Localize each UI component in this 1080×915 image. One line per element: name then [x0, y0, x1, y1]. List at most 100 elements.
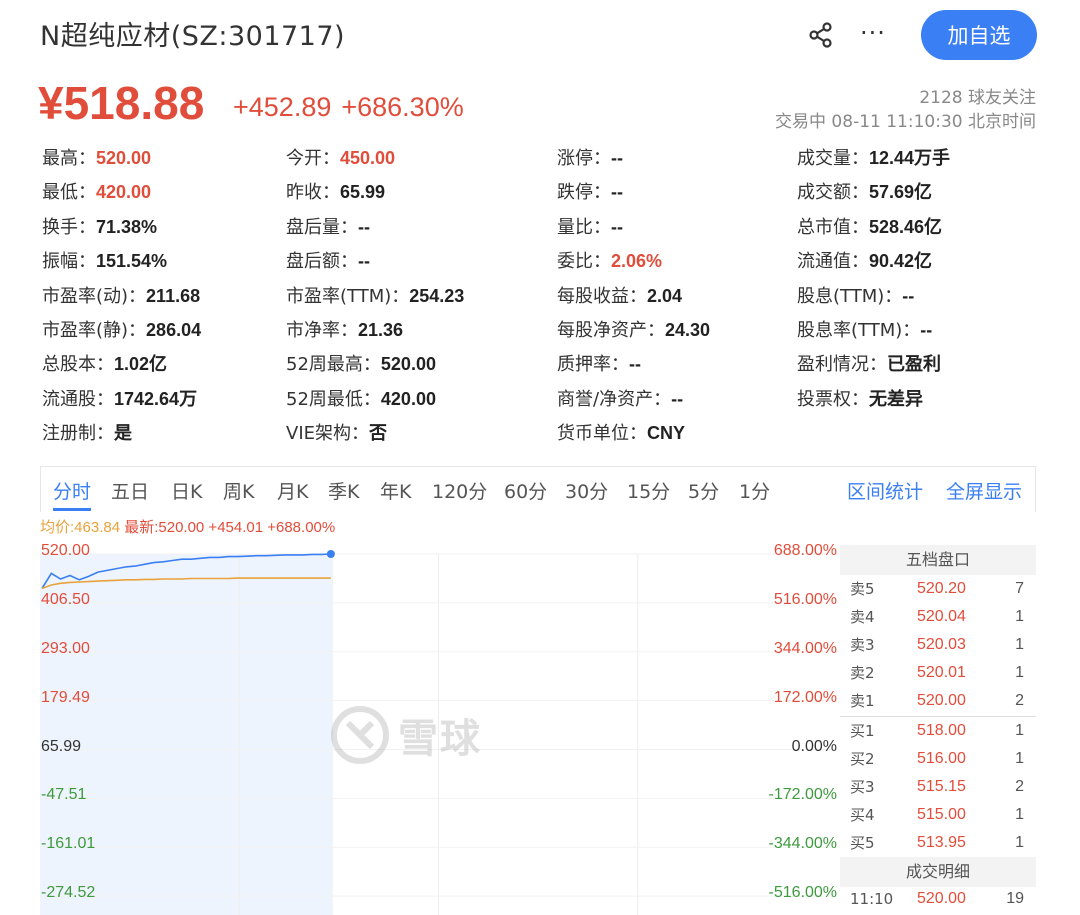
stat-item: 市盈率(动)：211.68 [42, 281, 200, 312]
tab-period[interactable]: 季K [328, 477, 359, 504]
tab-period[interactable]: 60分 [504, 477, 547, 504]
stat-label: 股息(TTM)： [797, 285, 903, 307]
latest-price-dot [326, 550, 335, 558]
order-book-row[interactable]: 买5 513.95 1 [840, 829, 1036, 857]
stat-value: 420.00 [96, 182, 152, 203]
stat-value: -- [629, 354, 641, 375]
add-to-watchlist-button[interactable]: 加自选 [921, 10, 1037, 60]
stat-value: -- [920, 320, 933, 340]
order-book-row[interactable]: 买1 518.00 1 [840, 717, 1036, 745]
tab-period[interactable]: 五日 [111, 477, 149, 504]
y-axis-price-label: 293.00 [41, 639, 90, 657]
current-price: ¥518.88 [38, 77, 205, 129]
more-icon[interactable]: ··· [860, 18, 886, 48]
row-price: 520.20 [917, 580, 966, 597]
fullscreen-link[interactable]: 全屏显示 [946, 477, 1022, 504]
stat-label: 成交量： [797, 148, 869, 169]
order-book-row[interactable]: 买2 516.00 1 [840, 745, 1036, 773]
stat-value: 71.38% [96, 216, 158, 237]
stat-label: 流通值： [797, 251, 869, 273]
tab-period[interactable]: 周K [223, 477, 254, 504]
stat-item: VIE架构：否 [286, 418, 387, 449]
row-label: 卖2 [850, 664, 875, 682]
stat-label: 总股本： [42, 354, 114, 376]
stat-value: 520.00 [96, 148, 152, 168]
stat-item: 昨收：65.99 [286, 177, 385, 208]
order-book-row[interactable]: 卖1 520.00 2 [840, 687, 1036, 715]
stat-value: 151.54% [96, 251, 168, 272]
order-book-row[interactable]: 买4 515.00 1 [840, 801, 1036, 829]
tab-period[interactable]: 年K [380, 477, 411, 504]
tab-period[interactable]: 120分 [432, 477, 487, 504]
y-axis-price-label: -47.51 [41, 786, 87, 804]
stat-item: 流通股：1742.64万 [42, 384, 197, 415]
change-amount: +452.89 [233, 92, 332, 122]
stat-value: -- [671, 388, 684, 409]
tab-period[interactable]: 分时 [53, 477, 91, 504]
y-axis-price-label: 406.50 [41, 590, 90, 608]
stock-title: N超纯应材(SZ:301717) [40, 21, 346, 52]
share-icon[interactable] [806, 20, 836, 50]
row-label: 买4 [850, 806, 875, 824]
order-book-row[interactable]: 卖5 520.20 7 [840, 575, 1036, 603]
y-axis-price-label: -161.01 [41, 835, 96, 853]
stat-item: 52周最低：420.00 [286, 384, 436, 415]
tab-period[interactable]: 1分 [739, 477, 770, 504]
stat-label: 流通股： [42, 388, 114, 410]
stat-value: 286.04 [146, 320, 202, 340]
row-price: 520.04 [917, 608, 966, 625]
stat-item: 涨停：-- [557, 143, 623, 174]
stat-value: 1.02亿 [114, 354, 168, 375]
stat-label: 市盈率(静)： [42, 320, 147, 341]
stat-item: 盘后额：-- [286, 246, 370, 277]
stat-value: 2.04 [647, 285, 683, 306]
order-book-row[interactable]: 卖4 520.04 1 [840, 603, 1036, 631]
stat-value: -- [358, 251, 370, 272]
row-price: 520.03 [917, 636, 966, 653]
row-volume: 1 [1015, 608, 1024, 625]
y-axis-percent-label: 0.00% [791, 737, 837, 755]
tab-period[interactable]: 5分 [688, 477, 719, 504]
stat-label: 每股收益： [557, 285, 647, 307]
stat-value: 520.00 [380, 354, 436, 375]
stat-item: 跌停：-- [557, 177, 623, 208]
order-book-row[interactable]: 11:10 520.00 19 [840, 885, 1036, 913]
stat-label: 市净率： [286, 320, 358, 341]
stat-value: 211.68 [146, 285, 201, 306]
row-volume: 1 [1015, 834, 1024, 851]
stat-value: 2.06% [611, 251, 663, 272]
stat-label: 市盈率(动)： [42, 285, 147, 307]
stat-item: 成交额：57.69亿 [797, 177, 932, 208]
y-axis-percent-label: 688.00% [773, 542, 837, 559]
stat-value: 否 [369, 423, 387, 444]
order-book-row[interactable]: 卖2 520.01 1 [840, 659, 1036, 687]
row-label: 买3 [850, 778, 875, 796]
stat-value: 90.42亿 [869, 251, 933, 272]
row-price: 518.00 [917, 722, 966, 739]
stat-value: 528.46亿 [869, 216, 943, 237]
tab-period[interactable]: 30分 [565, 477, 608, 504]
row-price: 520.00 [917, 692, 966, 709]
stat-item: 最低：420.00 [42, 177, 151, 208]
order-book-row[interactable]: 卖3 520.03 1 [840, 631, 1036, 659]
stat-item: 量比：-- [557, 212, 623, 243]
row-label: 卖5 [850, 580, 875, 598]
stat-value: -- [358, 216, 370, 237]
stat-label: VIE架构： [286, 423, 369, 445]
stat-item: 最高：520.00 [42, 143, 151, 174]
row-price: 520.01 [917, 664, 966, 681]
y-axis-percent-label: -516.00% [768, 884, 838, 902]
y-axis-percent-label: 344.00% [773, 639, 837, 657]
legend-avg-price: 均价:463.84 [40, 519, 121, 536]
stat-item: 流通值：90.42亿 [797, 246, 932, 277]
order-book-row[interactable]: 买3 515.15 2 [840, 773, 1036, 801]
row-volume: 1 [1015, 722, 1024, 739]
tab-period[interactable]: 月K [277, 477, 308, 504]
stat-item: 委比：2.06% [557, 246, 662, 277]
stat-value: 12.44万手 [869, 148, 951, 168]
tab-period[interactable]: 日K [171, 477, 202, 504]
tab-period[interactable]: 15分 [627, 477, 670, 504]
range-stats-link[interactable]: 区间统计 [847, 477, 923, 504]
y-axis-price-label: 179.49 [41, 688, 90, 706]
stat-value: 24.30 [665, 320, 711, 340]
